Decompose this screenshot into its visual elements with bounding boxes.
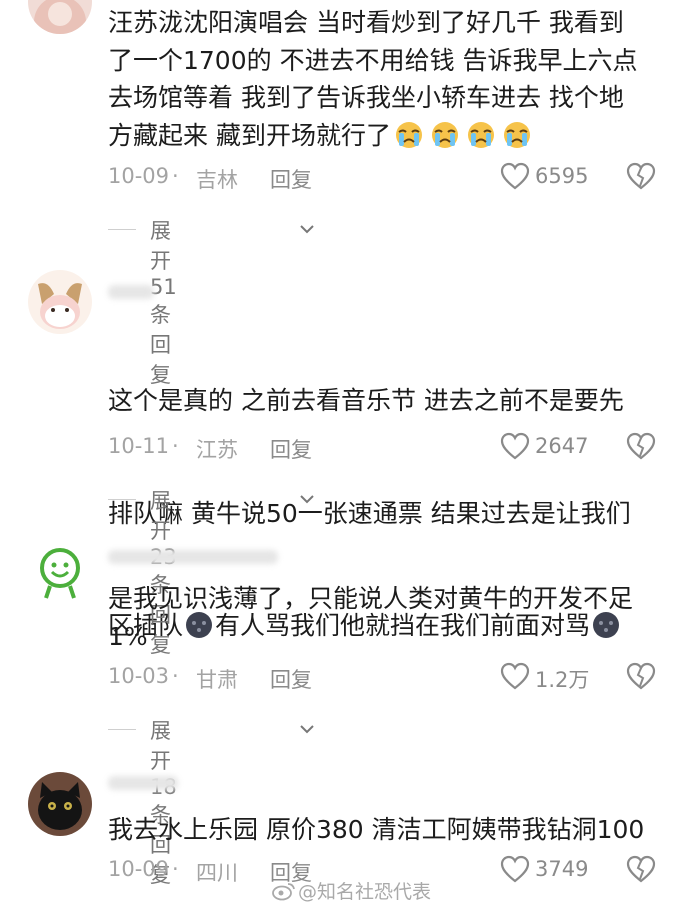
heart-outline-icon xyxy=(500,162,530,190)
like-count: 1.2万 xyxy=(535,668,590,692)
watermark-text: @知名社恐代表 xyxy=(298,881,432,903)
comment-location: 江苏 xyxy=(196,438,238,462)
crying-face-emoji xyxy=(428,120,462,161)
meta-separator: · xyxy=(172,857,179,881)
expand-divider xyxy=(108,229,136,230)
like-count: 6595 xyxy=(535,164,589,188)
comment-location: 甘肃 xyxy=(196,668,238,692)
comment-date: 10-09 xyxy=(108,164,170,188)
like-button[interactable]: 1.2万 xyxy=(500,660,620,694)
avatar[interactable] xyxy=(28,0,92,34)
weibo-logo-icon xyxy=(272,881,296,906)
crying-face-emoji xyxy=(464,120,498,161)
avatar[interactable] xyxy=(28,772,92,836)
expand-divider xyxy=(108,729,136,730)
comment-location: 四川 xyxy=(196,861,238,885)
crying-face-emoji xyxy=(500,120,534,161)
heart-outline-icon xyxy=(500,432,530,460)
meta-separator: · xyxy=(172,664,179,688)
heart-outline-icon xyxy=(500,855,530,883)
chevron-down-icon xyxy=(298,489,316,513)
expand-divider xyxy=(108,499,136,500)
comment-date: 10-11 xyxy=(108,434,170,458)
meta-separator: · xyxy=(172,434,179,458)
dislike-button[interactable] xyxy=(626,662,656,692)
comment-text-line: 排队嘛 黄牛说50一张速通票 结果过去是让我们 xyxy=(108,498,631,528)
comment-text: 是我见识浅薄了，只能说人类对黄牛的开发不足 1% xyxy=(108,584,634,651)
comment-meta: 10-03 · 甘肃 回复 1.2万 xyxy=(108,660,660,694)
like-button[interactable]: 2647 xyxy=(500,430,620,464)
avatar[interactable] xyxy=(28,270,92,334)
comment-meta: 10-11 · 江苏 回复 2647 xyxy=(108,430,660,464)
broken-heart-icon xyxy=(626,432,656,460)
reply-button[interactable]: 回复 xyxy=(270,164,312,194)
username-blurred xyxy=(108,776,178,790)
crying-face-emoji xyxy=(392,120,426,161)
comment-text: 汪苏泷沈阳演唱会 当时看炒到了好几千 我看到 了一个1700的 不进去不用给钱 … xyxy=(108,4,668,160)
broken-heart-icon xyxy=(626,662,656,690)
comment-date: 10-09 xyxy=(108,857,170,881)
weibo-watermark: @知名社恐代表 xyxy=(272,877,431,906)
like-count: 2647 xyxy=(535,434,589,458)
avatar[interactable] xyxy=(28,540,92,604)
dislike-button[interactable] xyxy=(626,855,656,885)
dislike-button[interactable] xyxy=(626,432,656,462)
broken-heart-icon xyxy=(626,855,656,883)
comment-text-line: 这个是真的 之前去看音乐节 进去之前不是要先 xyxy=(108,386,624,415)
reply-button[interactable]: 回复 xyxy=(270,434,312,464)
like-button[interactable]: 6595 xyxy=(500,160,620,194)
chevron-down-icon xyxy=(298,219,316,243)
reply-button[interactable]: 回复 xyxy=(270,664,312,694)
like-button[interactable]: 3749 xyxy=(500,853,620,887)
heart-outline-icon xyxy=(500,662,530,690)
like-count: 3749 xyxy=(535,857,589,881)
comment-text: 我去水上乐园 原价380 清洁工阿姨带我钻洞100 xyxy=(108,815,645,844)
comment-location: 吉林 xyxy=(196,168,238,192)
broken-heart-icon xyxy=(626,162,656,190)
meta-separator: · xyxy=(172,164,179,188)
comment-date: 10-03 xyxy=(108,664,170,688)
username-blurred xyxy=(108,285,154,299)
dislike-button[interactable] xyxy=(626,162,656,192)
comment-meta: 10-09 · 吉林 回复 6595 xyxy=(108,160,660,194)
username-blurred xyxy=(108,550,278,564)
chevron-down-icon xyxy=(298,719,316,743)
